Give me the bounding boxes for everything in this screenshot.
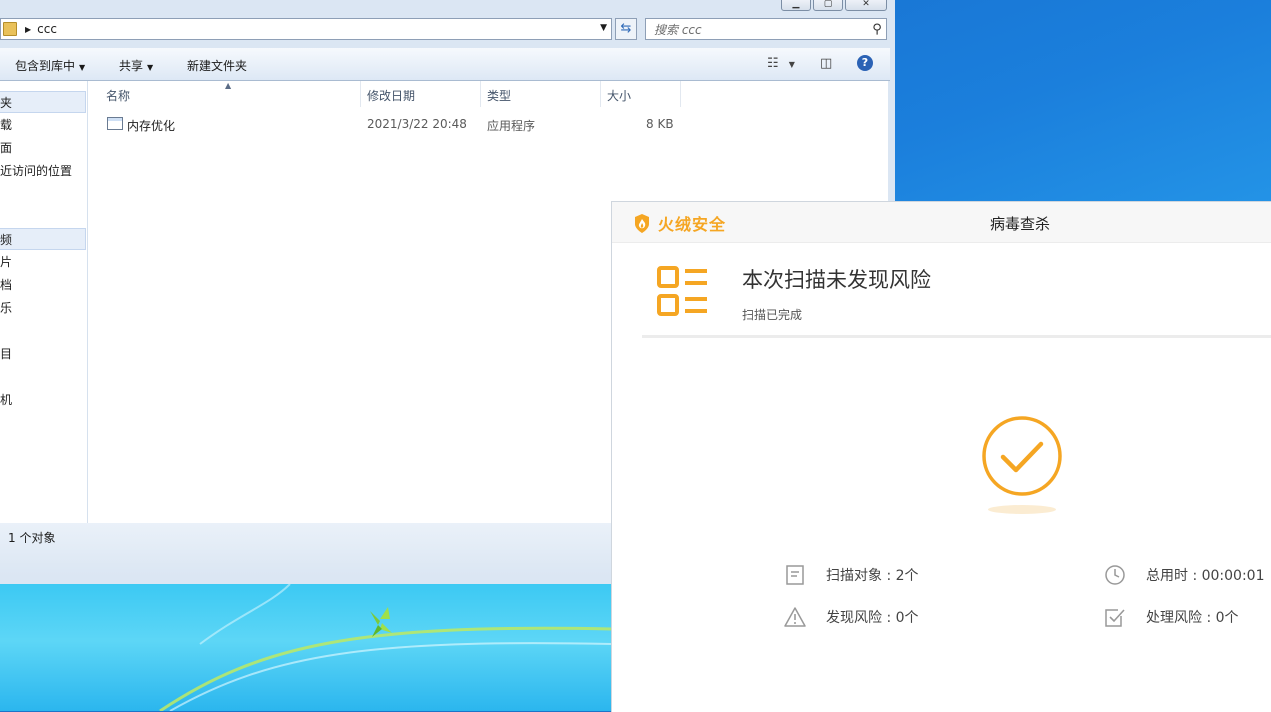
include-library-button[interactable]: 包含到库中 ▼ — [15, 57, 85, 74]
file-type: 应用程序 — [487, 119, 536, 133]
risks-handled-text: 处理风险 : 0个 — [1146, 610, 1239, 626]
column-divider[interactable] — [360, 81, 361, 107]
nav-item-homegroup[interactable]: 目 — [0, 343, 86, 365]
scan-targets-text: 扫描对象 : 2个 — [826, 568, 919, 584]
stat-risks-handled: 处理风险 : 0个 — [1104, 606, 1239, 628]
window-controls: ▁ ▢ ✕ — [781, 0, 887, 11]
warning-icon — [784, 607, 806, 627]
stat-time-used: 总用时 : 00:00:01 — [1104, 564, 1265, 586]
wallpaper-logo-icon — [370, 607, 392, 637]
sort-ascending-icon: ▲ — [225, 81, 232, 90]
view-options-icon[interactable]: ☷ ▼ — [767, 56, 795, 71]
file-modified: 2021/3/22 20:48 — [367, 117, 467, 131]
nav-item-pictures[interactable]: 片 — [0, 251, 86, 273]
column-header-name[interactable]: 名称 — [106, 87, 130, 104]
preview-pane-icon[interactable]: ◫ — [820, 56, 832, 71]
breadcrumb-arrow-icon[interactable]: ▶ — [25, 25, 31, 34]
nav-item-downloads[interactable]: 载 — [0, 114, 86, 136]
file-size: 8 KB — [646, 117, 674, 131]
include-library-label: 包含到库中 — [15, 59, 76, 73]
chevron-down-icon: ▼ — [147, 63, 154, 72]
success-check-icon — [982, 416, 1062, 496]
window-title: 病毒查杀 — [990, 215, 1051, 233]
folder-icon — [3, 22, 17, 36]
search-box[interactable]: 搜索 ccc ⚲ — [645, 18, 887, 40]
search-input[interactable]: 搜索 ccc — [654, 21, 868, 38]
risks-found-text: 发现风险 : 0个 — [826, 610, 919, 626]
stat-scan-targets: 扫描对象 : 2个 — [784, 564, 919, 586]
status-bar: 1 个对象 — [0, 523, 612, 576]
antivirus-header[interactable]: 火绒安全 病毒查杀 — [612, 202, 1271, 243]
nav-item-favorites[interactable]: 夹 — [0, 91, 86, 113]
item-count: 1 个对象 — [8, 531, 56, 545]
scan-result-headline: 本次扫描未发现风险 — [742, 268, 931, 292]
address-row: ▶ ccc ▼ ⇆ 搜索 ccc ⚲ — [0, 18, 890, 42]
antivirus-window: 火绒安全 病毒查杀 本次扫描未发现风险 扫描已完成 扫描对象 : 2个 总用时 … — [611, 201, 1271, 712]
scan-status-text: 扫描已完成 — [742, 308, 803, 322]
column-header-modified[interactable]: 修改日期 — [367, 87, 415, 104]
time-used-text: 总用时 : 00:00:01 — [1146, 568, 1265, 584]
file-name[interactable]: 内存优化 — [127, 117, 175, 134]
command-bar: 包含到库中 ▼ 共享 ▼ 新建文件夹 ☷ ▼ ◫ ? — [0, 48, 890, 81]
nav-item-desktop[interactable]: 面 — [0, 137, 86, 159]
check-shadow — [988, 505, 1056, 514]
stat-risks-found: 发现风险 : 0个 — [784, 606, 919, 628]
share-label: 共享 — [119, 59, 144, 73]
checkbox-checked-icon — [1105, 609, 1125, 627]
application-icon — [107, 117, 123, 130]
report-list-icon — [657, 266, 707, 316]
column-divider[interactable] — [600, 81, 601, 107]
nav-item-music[interactable]: 乐 — [0, 297, 86, 319]
address-dropdown-icon[interactable]: ▼ — [600, 23, 607, 33]
column-divider[interactable] — [480, 81, 481, 107]
table-row[interactable]: 内存优化 2021/3/22 20:48 应用程序 8 KB — [88, 115, 688, 135]
brand-name: 火绒安全 — [658, 215, 727, 234]
new-folder-label: 新建文件夹 — [187, 59, 248, 73]
column-header-size[interactable]: 大小 — [607, 87, 631, 104]
document-icon — [786, 565, 804, 585]
column-header-row: ▲ 名称 修改日期 类型 大小 — [88, 81, 688, 107]
wallpaper-swoosh — [159, 584, 612, 711]
help-icon[interactable]: ? — [857, 55, 873, 71]
new-folder-button[interactable]: 新建文件夹 — [187, 57, 247, 74]
nav-item-computer[interactable]: 机 — [0, 389, 86, 411]
nav-item-recent-places[interactable]: 近访问的位置 — [0, 160, 86, 182]
close-button[interactable]: ✕ — [845, 0, 887, 11]
divider — [642, 335, 1271, 338]
navigation-pane: 夹 载 面 近访问的位置 频 片 档 乐 目 机 — [0, 81, 88, 523]
nav-item-videos[interactable]: 频 — [0, 228, 86, 250]
column-divider[interactable] — [680, 81, 681, 107]
huorong-flame-icon — [635, 213, 649, 233]
brand-logo: 火绒安全 — [634, 211, 726, 235]
column-header-type[interactable]: 类型 — [487, 87, 511, 104]
maximize-button[interactable]: ▢ — [813, 0, 843, 11]
chevron-down-icon: ▼ — [79, 63, 86, 72]
minimize-button[interactable]: ▁ — [781, 0, 811, 11]
desktop-wallpaper — [0, 584, 612, 711]
refresh-button[interactable]: ⇆ — [615, 18, 637, 40]
address-bar[interactable]: ▶ ccc ▼ — [0, 18, 612, 40]
search-icon[interactable]: ⚲ — [868, 22, 886, 37]
share-button[interactable]: 共享 ▼ — [119, 57, 153, 74]
address-path[interactable]: ccc — [37, 22, 57, 36]
clock-icon — [1105, 565, 1125, 585]
nav-item-documents[interactable]: 档 — [0, 274, 86, 296]
